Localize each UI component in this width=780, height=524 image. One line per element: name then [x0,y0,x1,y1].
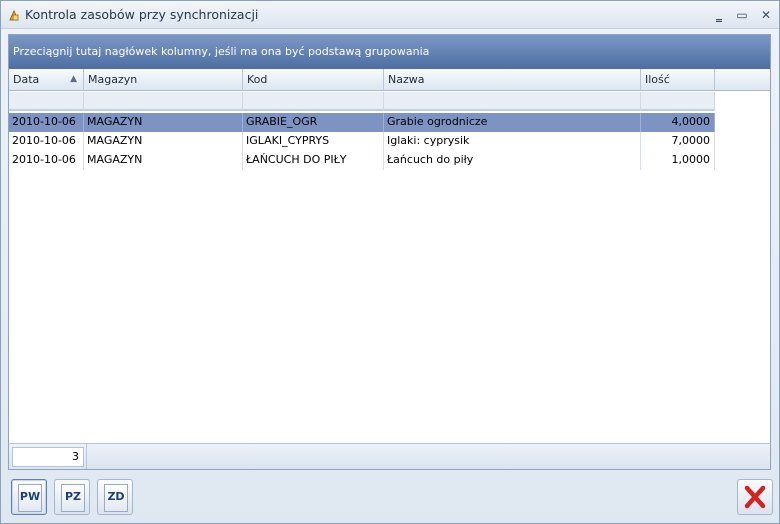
filter-cell-nazwa[interactable] [384,92,641,111]
column-header-label: Data [13,73,40,86]
filter-row[interactable] [9,92,715,111]
column-header-nazwa[interactable]: Nazwa [384,69,641,91]
column-header-row: Data ▲ Magazyn Kod Nazwa Ilość [9,69,770,91]
filter-cell-ilosc[interactable] [641,92,715,111]
column-header-label: Magazyn [88,73,138,86]
cell-magazyn: MAGAZYN [84,113,243,132]
footer-divider [86,444,87,469]
pw-document-button[interactable]: PW [11,479,47,515]
close-window-button[interactable]: ✕ [758,7,774,23]
close-button[interactable] [737,479,773,515]
app-icon [9,9,19,21]
filter-cell-magazyn[interactable] [84,92,243,111]
red-x-icon [744,485,766,509]
filter-cell-kod[interactable] [243,92,384,111]
cell-magazyn: MAGAZYN [84,132,243,151]
resources-grid[interactable]: Przeciągnij tutaj nagłówek kolumny, jeśl… [8,34,771,470]
group-by-hint: Przeciągnij tutaj nagłówek kolumny, jeśl… [13,45,430,58]
cell-ilosc: 4,0000 [641,113,715,132]
cell-ilosc: 7,0000 [641,132,715,151]
table-row[interactable]: 2010-10-06 MAGAZYN ŁAŃCUCH DO PIŁY Łańcu… [9,151,715,170]
maximize-button[interactable]: ▭ [734,7,750,23]
sort-ascending-icon: ▲ [70,74,77,84]
cell-kod: GRABIE_OGR [243,113,384,132]
window-title: Kontrola zasobów przy synchronizacji [25,7,259,22]
cell-nazwa: Iglaki: cyprysik [384,132,641,151]
pz-label: PZ [64,490,82,503]
cell-data: 2010-10-06 [9,113,84,132]
minimize-button[interactable]: ‗ [711,7,727,23]
cell-kod: ŁAŃCUCH DO PIŁY [243,151,384,170]
table-row[interactable]: 2010-10-06 MAGAZYN IGLAKI_CYPRYS Iglaki:… [9,132,715,151]
column-header-label: Kod [247,73,268,86]
column-header-magazyn[interactable]: Magazyn [84,69,243,91]
grid-footer: 3 [8,443,771,470]
column-header-ilosc[interactable]: Ilość [641,69,715,91]
document-zd-icon: ZD [104,484,128,512]
group-by-panel[interactable]: Przeciągnij tutaj nagłówek kolumny, jeśl… [9,35,770,69]
filter-cell-data[interactable] [9,92,84,111]
cell-ilosc: 1,0000 [641,151,715,170]
document-pz-icon: PZ [61,484,85,512]
cell-data: 2010-10-06 [9,151,84,170]
zd-document-button[interactable]: ZD [97,479,133,515]
document-pw-icon: PW [18,484,42,512]
dialog-window: Kontrola zasobów przy synchronizacji ‗ ▭… [0,0,780,524]
pw-label: PW [19,490,41,503]
column-header-label: Nazwa [388,73,425,86]
title-bar[interactable]: Kontrola zasobów przy synchronizacji ‗ ▭… [1,1,779,29]
column-header-kod[interactable]: Kod [243,69,384,91]
cell-data: 2010-10-06 [9,132,84,151]
cell-magazyn: MAGAZYN [84,151,243,170]
cell-nazwa: Grabie ogrodnicze [384,113,641,132]
table-row[interactable]: 2010-10-06 MAGAZYN GRABIE_OGR Grabie ogr… [9,113,715,132]
column-header-data[interactable]: Data ▲ [9,69,84,91]
column-header-label: Ilość [645,73,670,86]
zd-label: ZD [107,490,125,503]
cell-nazwa: Łańcuch do piły [384,151,641,170]
cell-kod: IGLAKI_CYPRYS [243,132,384,151]
pz-document-button[interactable]: PZ [54,479,90,515]
record-count: 3 [12,447,84,467]
